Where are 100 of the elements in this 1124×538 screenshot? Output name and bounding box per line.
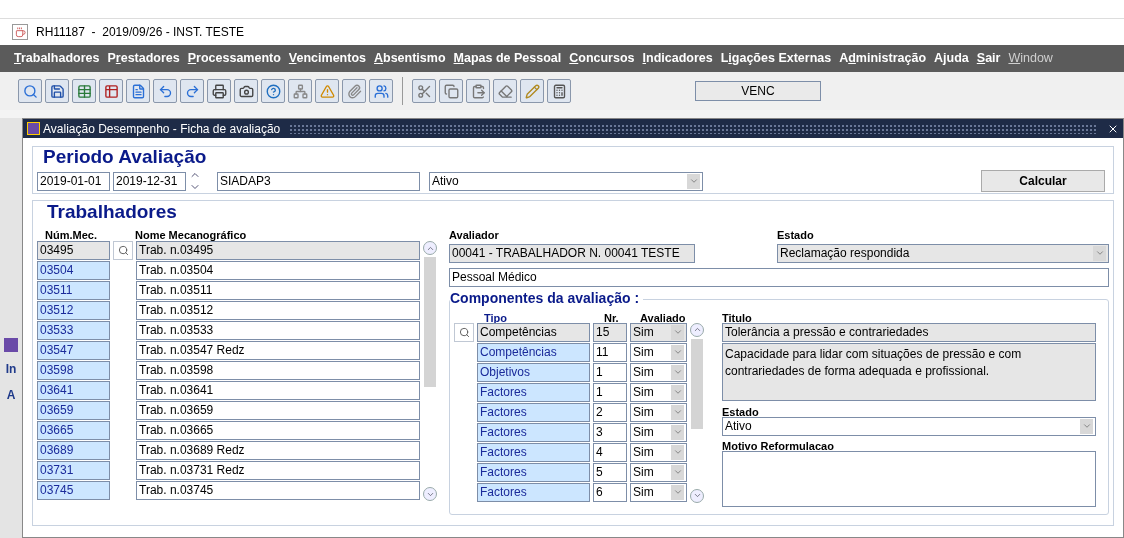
employee-name-field[interactable]: Trab. n.03504 [136,261,420,280]
toolbar-button[interactable] [261,79,285,103]
state-dropdown[interactable]: Ativo [429,171,703,191]
evaluated-dropdown[interactable]: Sim [630,322,687,342]
evaluated-dropdown[interactable]: Sim [630,382,687,402]
menu-item[interactable]: Concursos [569,49,635,68]
toolbar-button[interactable] [99,79,123,103]
evaluator-field[interactable]: 00041 - TRABALHADOR N. 00041 TESTE [449,243,695,263]
component-type-field[interactable]: Objetivos [477,362,590,382]
menu-item[interactable]: Absentismo [374,49,446,68]
menu-item[interactable]: Vencimentos [288,49,366,68]
menu-item[interactable]: Prestadores [107,49,180,68]
toolbar-button[interactable] [439,79,463,103]
menu-item[interactable]: Indicadores [642,49,713,68]
calculate-button[interactable]: Calcular [981,170,1105,192]
toolbar-button[interactable] [547,79,571,103]
toolbar-button[interactable] [126,79,150,103]
evaluated-dropdown[interactable]: Sim [630,482,687,502]
menu-item[interactable]: Ajuda [934,49,969,68]
component-number-field[interactable]: 5 [593,462,627,482]
employee-number-field[interactable]: 03745 [37,481,110,500]
menu-item[interactable]: Administração [839,49,927,68]
employee-number-field[interactable]: 03533 [37,321,110,340]
employee-number-field[interactable]: 03511 [37,281,110,300]
employee-number-field[interactable]: 03689 [37,441,110,460]
start-date-field[interactable]: 2019-01-01 [37,171,110,191]
employee-number-field[interactable]: 03495 [37,241,110,260]
toolbar-button[interactable] [412,79,436,103]
component-type-field[interactable]: Factores [477,402,590,422]
toolbar-button[interactable] [18,79,42,103]
employee-name-field[interactable]: Trab. n.03665 [136,421,420,440]
component-number-field[interactable]: 2 [593,402,627,422]
component-type-field[interactable]: Factores [477,422,590,442]
component-number-field[interactable]: 3 [593,422,627,442]
search-icon [458,326,470,338]
status-dropdown[interactable]: Reclamação respondida [777,243,1109,263]
menu-item[interactable]: Ligações Externas [720,49,832,68]
component-number-field[interactable]: 6 [593,482,627,502]
employee-name-field[interactable]: Trab. n.03547 Redz [136,341,420,360]
toolbar-button[interactable] [72,79,96,103]
section-heading: Componentes da avaliação : [450,289,644,306]
component-number-field[interactable]: 15 [593,322,627,342]
employee-name-field[interactable]: Trab. n.03512 [136,301,420,320]
description-field[interactable]: Capacidade para lidar com situações de pressão e com contrariedades de forma adequada e profissional. [722,342,1096,401]
employee-number-field[interactable]: 03547 [37,341,110,360]
scrollbar[interactable] [690,322,704,503]
employee-name-field[interactable]: Trab. n.03689 Redz [136,441,420,460]
toolbar-button[interactable] [207,79,231,103]
employee-number-field[interactable]: 03659 [37,401,110,420]
employee-name-field[interactable]: Trab. n.03659 [136,401,420,420]
employee-name-field[interactable]: Trab. n.03598 [136,361,420,380]
employee-number-field[interactable]: 03504 [37,261,110,280]
employee-number-field[interactable]: 03512 [37,301,110,320]
evaluated-dropdown[interactable]: Sim [630,462,687,482]
component-type-field[interactable]: Factores [477,442,590,462]
employee-name-field[interactable]: Trab. n.03731 Redz [136,461,420,480]
component-type-field[interactable]: Factores [477,482,590,502]
component-number-field[interactable]: 11 [593,342,627,362]
toolbar-button[interactable] [493,79,517,103]
menu-item[interactable]: Mapas de Pessoal [453,49,562,68]
model-field[interactable]: SIADAP3 [217,171,420,191]
evaluated-dropdown[interactable]: Sim [630,342,687,362]
toolbar-button[interactable] [369,79,393,103]
menu-item[interactable]: Processamento [187,49,281,68]
toolbar-button[interactable] [466,79,490,103]
end-date-field[interactable]: 2019-12-31 [113,171,186,191]
menu-item[interactable]: Trabalhadores [14,49,100,68]
evaluated-dropdown[interactable]: Sim [630,422,687,442]
employee-number-field[interactable]: 03665 [37,421,110,440]
employee-number-field[interactable]: 03731 [37,461,110,480]
evaluated-dropdown[interactable]: Sim [630,442,687,462]
reason-field[interactable] [722,450,1096,507]
menu-item[interactable]: Sair [976,49,1001,68]
employee-number-field[interactable]: 03641 [37,381,110,400]
toolbar-button[interactable] [45,79,69,103]
employee-name-field[interactable]: Trab. n.03495 [136,241,420,260]
lookup-button[interactable] [454,322,474,342]
component-number-field[interactable]: 1 [593,362,627,382]
component-type-field[interactable]: Competências [477,322,590,342]
title-field[interactable]: Tolerância a pressão e contrariedades [722,322,1096,342]
component-type-field[interactable]: Competências [477,342,590,362]
scrollbar[interactable] [423,241,437,501]
component-type-field[interactable]: Factores [477,462,590,482]
employee-name-field[interactable]: Trab. n.03511 [136,281,420,300]
employee-number-field[interactable]: 03598 [37,361,110,380]
evaluated-dropdown[interactable]: Sim [630,402,687,422]
component-number-field[interactable]: 1 [593,382,627,402]
component-type-field[interactable]: Factores [477,382,590,402]
component-number-field[interactable]: 4 [593,442,627,462]
toolbar-button[interactable] [180,79,204,103]
toolbar-button[interactable] [153,79,177,103]
group-field[interactable]: Pessoal Médico [449,267,1109,287]
scroll-down-icon [423,487,437,501]
toolbar-button[interactable] [234,79,258,103]
employee-name-field[interactable]: Trab. n.03533 [136,321,420,340]
employee-name-field[interactable]: Trab. n.03745 [136,481,420,500]
lookup-button[interactable] [113,241,133,260]
employee-name-field[interactable]: Trab. n.03641 [136,381,420,400]
component-status-dropdown[interactable]: Ativo [722,416,1096,436]
evaluated-dropdown[interactable]: Sim [630,362,687,382]
